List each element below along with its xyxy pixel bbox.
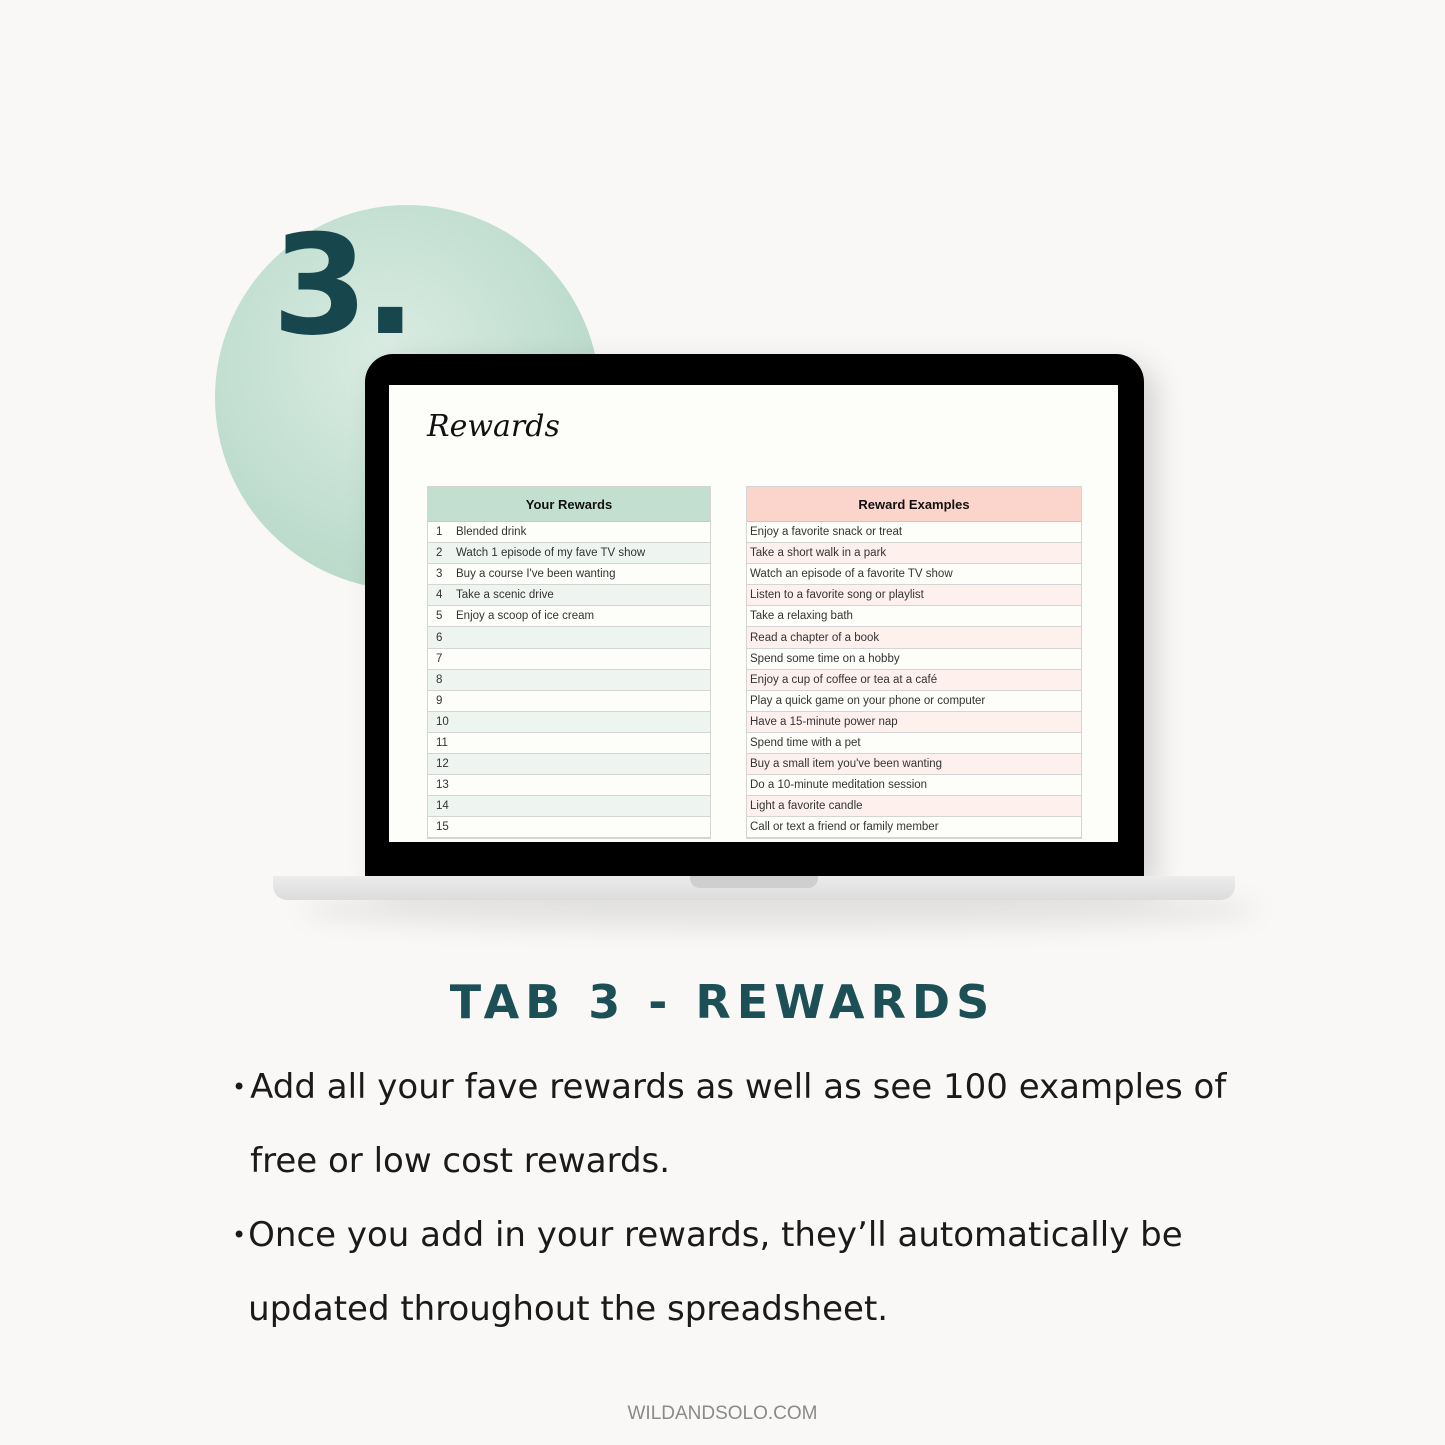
table-row[interactable]: 15 xyxy=(428,817,710,839)
row-number: 6 xyxy=(436,631,443,644)
row-number: 11 xyxy=(436,736,448,749)
table-row[interactable]: 2 Watch 1 episode of my fave TV show xyxy=(428,543,710,565)
bullet-icon: • xyxy=(232,1073,247,1101)
bullet-item: • Once you add in your rewards, they’ll a… xyxy=(232,1198,1232,1346)
table-row[interactable]: 1 Blended drink xyxy=(428,522,710,544)
table-row[interactable]: 10 xyxy=(428,711,710,733)
table-row[interactable]: 3 Buy a course I've been wanting xyxy=(428,564,710,586)
table-row[interactable]: 5 Enjoy a scoop of ice cream xyxy=(428,606,710,628)
table-row[interactable]: 13 xyxy=(428,775,710,797)
reward-examples-table: Reward Examples Enjoy a favorite snack o… xyxy=(746,486,1082,840)
reward-cell[interactable]: Buy a course I've been wanting xyxy=(456,568,615,580)
reward-cell[interactable]: Blended drink xyxy=(456,526,526,538)
row-number: 10 xyxy=(436,715,449,728)
section-heading: TAB 3 - REWARDS xyxy=(449,975,996,1029)
row-number: 15 xyxy=(436,821,449,834)
your-rewards-table: Your Rewards 1 Blended drink 2 Watch 1 epis… xyxy=(427,486,711,840)
row-number: 4 xyxy=(436,589,443,602)
bullet-list: • Add all your fave rewards as well as se… xyxy=(232,1050,1232,1346)
table-row[interactable]: 11 xyxy=(428,733,710,755)
bullet-text: Once you add in your rewards, they’ll au… xyxy=(248,1215,1183,1329)
table-row[interactable]: Watch an episode of a favorite TV show xyxy=(747,564,1081,586)
laptop-notch xyxy=(690,876,818,888)
table-row[interactable]: Call or text a friend or family member xyxy=(747,817,1081,839)
table-row[interactable]: Play a quick game on your phone or compu… xyxy=(747,691,1081,712)
table-row[interactable]: 9 xyxy=(428,691,710,712)
row-number: 12 xyxy=(436,758,449,771)
row-number: 3 xyxy=(436,568,443,581)
row-number: 2 xyxy=(436,547,443,560)
reward-examples-header: Reward Examples xyxy=(747,487,1081,522)
table-row[interactable]: Take a relaxing bath xyxy=(747,606,1081,628)
table-row[interactable]: 12 xyxy=(428,754,710,776)
row-number: 14 xyxy=(436,800,449,813)
table-row[interactable]: Spend some time on a hobby xyxy=(747,649,1081,670)
bullet-text: Add all your fave rewards as well as see… xyxy=(250,1067,1227,1181)
your-rewards-header: Your Rewards xyxy=(428,487,710,522)
sheet-title: Rewards xyxy=(427,409,560,444)
row-number: 5 xyxy=(436,610,443,623)
row-number: 9 xyxy=(436,694,443,707)
table-row[interactable]: 4 Take a scenic drive xyxy=(428,585,710,607)
row-number: 8 xyxy=(436,673,443,686)
reward-cell[interactable]: Watch 1 episode of my fave TV show xyxy=(456,547,645,559)
table-row[interactable]: 8 xyxy=(428,669,710,691)
table-row[interactable]: Buy a small item you've been wanting xyxy=(747,754,1081,776)
table-row[interactable]: 14 xyxy=(428,796,710,818)
reward-cell[interactable]: Take a scenic drive xyxy=(456,589,554,601)
bullet-item: • Add all your fave rewards as well as se… xyxy=(232,1050,1232,1198)
table-row[interactable]: 6 xyxy=(428,627,710,649)
table-row[interactable]: Spend time with a pet xyxy=(747,733,1081,755)
table-row[interactable]: Listen to a favorite song or playlist xyxy=(747,585,1081,607)
bullet-icon: • xyxy=(232,1221,247,1249)
row-number: 7 xyxy=(436,652,443,665)
table-row[interactable]: Light a favorite candle xyxy=(747,796,1081,818)
row-number: 1 xyxy=(436,526,443,539)
table-row[interactable]: Take a short walk in a park xyxy=(747,543,1081,565)
table-row[interactable]: Do a 10-minute meditation session xyxy=(747,775,1081,797)
reward-cell[interactable]: Enjoy a scoop of ice cream xyxy=(456,610,594,622)
row-number: 13 xyxy=(436,779,449,792)
table-row[interactable]: Have a 15-minute power nap xyxy=(747,711,1081,733)
step-number: 3. xyxy=(272,205,416,366)
table-row[interactable]: Enjoy a cup of coffee or tea at a café xyxy=(747,669,1081,691)
footer-url: WILDANDSOLO.COM xyxy=(627,1403,818,1424)
table-row[interactable]: Enjoy a favorite snack or treat xyxy=(747,522,1081,544)
table-row[interactable]: Read a chapter of a book xyxy=(747,627,1081,649)
table-row[interactable]: 7 xyxy=(428,649,710,670)
laptop-screen: Rewards Your Rewards 1 Blended drink 2 Watc… xyxy=(389,385,1118,842)
